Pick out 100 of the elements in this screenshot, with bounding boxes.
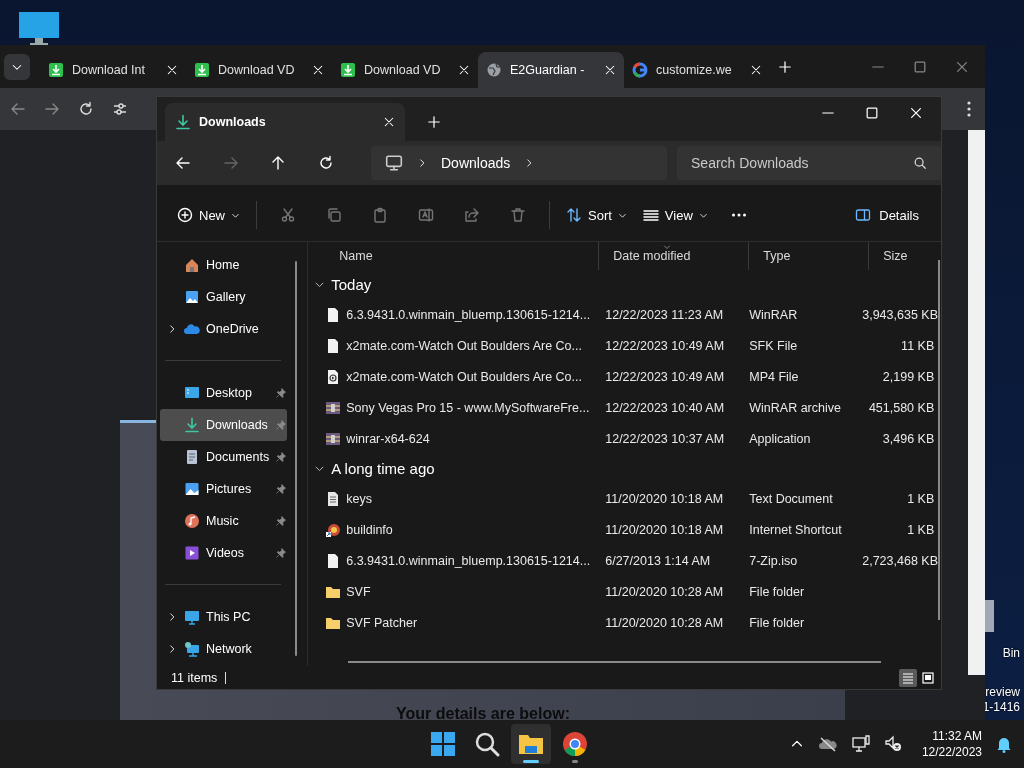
- time-text: 11:32 AM: [932, 728, 982, 744]
- close-icon[interactable]: [909, 106, 923, 120]
- sidebar-item[interactable]: Downloads: [160, 409, 288, 441]
- explorer-tab[interactable]: Downloads: [165, 103, 405, 141]
- speaker-muted-icon[interactable]: [883, 735, 902, 753]
- scrollbar[interactable]: [968, 130, 985, 675]
- browser-tab[interactable]: Download VD: [186, 52, 332, 88]
- file-name[interactable]: x2mate.com-Watch Out Boulders Are Co...: [346, 338, 582, 353]
- close-icon[interactable]: [458, 64, 470, 76]
- pin-icon: [275, 387, 288, 399]
- file-name[interactable]: SVF Patcher: [346, 615, 418, 630]
- desktop-icon-label[interactable]: Bin: [1002, 646, 1020, 661]
- scrollbar[interactable]: [295, 261, 298, 656]
- google-logo-icon: [632, 62, 648, 78]
- maximize-icon[interactable]: [865, 106, 879, 120]
- sidebar-item[interactable]: Pictures: [160, 473, 288, 505]
- chevron-right-icon: [417, 158, 427, 168]
- plus-icon[interactable]: [778, 59, 792, 74]
- music-icon: [184, 513, 200, 529]
- taskbar-app-button[interactable]: [511, 724, 551, 764]
- arrow-right-icon[interactable]: [44, 101, 60, 117]
- file-name[interactable]: 6.3.9431.0.winmain_bluemp.130615-1214...: [346, 553, 591, 568]
- size-cell-text: 451,580 KB: [867, 400, 935, 415]
- add-icon: [177, 207, 193, 223]
- close-icon[interactable]: [312, 64, 324, 76]
- item-count: 11 items: [171, 670, 218, 685]
- arrow-up-icon[interactable]: [270, 155, 286, 171]
- bell-icon[interactable]: [996, 735, 1012, 753]
- arrow-left-icon[interactable]: [175, 155, 191, 171]
- trash-icon: [510, 207, 526, 223]
- plus-icon[interactable]: [427, 115, 441, 129]
- clock[interactable]: 11:32 AM 12/22/2023: [921, 728, 982, 760]
- chevron-right-icon[interactable]: [167, 644, 177, 654]
- cloud-off-icon[interactable]: [817, 736, 838, 752]
- details-button[interactable]: Details: [849, 206, 925, 224]
- sidebar-item[interactable]: Network: [160, 633, 288, 665]
- close-icon[interactable]: [750, 64, 762, 76]
- sidebar-item[interactable]: OneDrive: [160, 313, 288, 345]
- chevron-right-icon[interactable]: [167, 612, 177, 622]
- site-settings-icon[interactable]: [112, 101, 128, 117]
- breadcrumb-item[interactable]: Downloads: [441, 155, 511, 171]
- sidebar-item[interactable]: Videos: [160, 537, 288, 569]
- video-icon: [184, 545, 200, 561]
- type-cell-text: MP4 File: [748, 369, 800, 384]
- column-header[interactable]: Date modified: [598, 242, 749, 270]
- chevron-right-icon[interactable]: [167, 324, 177, 334]
- column-header[interactable]: Name: [325, 242, 599, 270]
- close-icon[interactable]: [604, 64, 616, 76]
- sort-button[interactable]: Sort: [558, 199, 635, 231]
- desktop-icon-label[interactable]: review: [985, 685, 1020, 700]
- file-name[interactable]: SVF: [346, 584, 371, 599]
- pin-icon: [275, 419, 288, 431]
- file-name[interactable]: x2mate.com-Watch Out Boulders Are Co...: [346, 369, 582, 384]
- group-header[interactable]: Today: [308, 270, 949, 299]
- type-cell-text: SFK File: [748, 338, 799, 353]
- details-view-button[interactable]: [899, 668, 917, 687]
- sidebar-item[interactable]: Documents: [160, 441, 288, 473]
- refresh-icon[interactable]: [78, 101, 94, 117]
- download-icon: [48, 62, 64, 78]
- sidebar-item[interactable]: Home: [160, 249, 288, 281]
- menu-icon[interactable]: [967, 101, 971, 117]
- address-bar[interactable]: Downloads: [371, 146, 667, 180]
- close-icon[interactable]: [383, 116, 395, 128]
- network-icon[interactable]: [851, 735, 870, 753]
- scrollbar[interactable]: [938, 260, 941, 620]
- computer-icon: [184, 609, 200, 625]
- sidebar-item[interactable]: Desktop: [160, 377, 288, 409]
- chrome-icon: [561, 730, 589, 758]
- archive-icon: [325, 430, 342, 447]
- type-cell-text: Text Document: [748, 491, 834, 506]
- browser-tab[interactable]: E2Guardian -: [478, 52, 624, 88]
- browser-tab[interactable]: customize.we: [624, 52, 770, 88]
- view-button[interactable]: View: [634, 199, 716, 231]
- monitor-icon: [18, 12, 60, 46]
- date-cell-text: 12/22/2023 10:49 AM: [604, 338, 726, 353]
- arrow-right-icon[interactable]: [222, 155, 239, 171]
- sidebar-item[interactable]: Music: [160, 505, 288, 537]
- rename-icon: [418, 207, 434, 223]
- file-name[interactable]: 6.3.9431.0.winmain_bluemp.130615-1214...: [346, 307, 591, 322]
- group-header[interactable]: A long time ago: [308, 454, 949, 483]
- globe-shortcut-icon: [325, 521, 342, 538]
- date-cell-text: 12/22/2023 10:49 AM: [604, 369, 726, 384]
- date-cell-text: 11/20/2020 10:28 AM: [604, 584, 725, 599]
- scrollbar[interactable]: [348, 661, 882, 663]
- file-name[interactable]: keys: [346, 491, 372, 506]
- file-name[interactable]: winrar-x64-624: [346, 431, 430, 446]
- sidebar-item[interactable]: This PC: [160, 601, 288, 633]
- desktop-icon-label[interactable]: 1-1416: [982, 700, 1020, 715]
- close-icon[interactable]: [166, 64, 178, 76]
- size-cell-text: 3,496 KB: [881, 431, 935, 446]
- tab-list-button[interactable]: [4, 53, 30, 80]
- sidebar-item[interactable]: Gallery: [160, 281, 288, 313]
- browser-tab[interactable]: Download Int: [40, 52, 186, 88]
- new-button[interactable]: New: [169, 199, 248, 231]
- search-field[interactable]: Search Downloads: [677, 146, 941, 180]
- column-header[interactable]: Type: [748, 242, 869, 270]
- browser-tab[interactable]: Download VD: [332, 52, 478, 88]
- refresh-icon[interactable]: [317, 155, 334, 171]
- file-name[interactable]: buildinfo: [346, 522, 393, 537]
- file-name[interactable]: Sony Vegas Pro 15 - www.MySoftwareFre...: [346, 400, 590, 415]
